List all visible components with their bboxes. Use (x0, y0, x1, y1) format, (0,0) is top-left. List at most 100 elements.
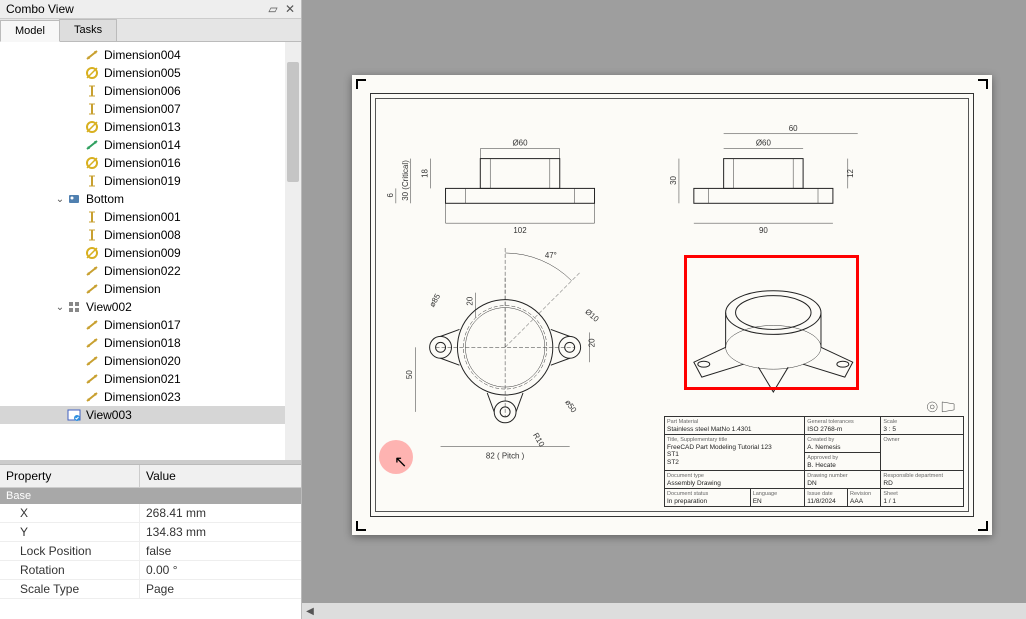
dim-dist-icon (84, 263, 100, 279)
dim-dist-icon (84, 317, 100, 333)
property-row[interactable]: Rotation0.00 ° (0, 561, 301, 580)
tree-item-label: Dimension016 (104, 156, 181, 170)
dim-dia-icon (84, 245, 100, 261)
property-header: Property Value (0, 465, 301, 488)
tree-item-label: Dimension007 (104, 102, 181, 116)
horizontal-scrollbar[interactable]: ◀ (302, 603, 1026, 619)
property-value[interactable]: 0.00 ° (140, 561, 301, 579)
tree-item-label: Dimension023 (104, 390, 181, 404)
cursor-icon: ↖ (394, 452, 407, 472)
tree-item[interactable]: Dimension023 (0, 388, 301, 406)
svg-text:ø85: ø85 (428, 292, 443, 309)
tree-item-label: Bottom (86, 192, 124, 206)
property-name: X (0, 504, 140, 522)
corner-mark (978, 521, 988, 531)
tree-item[interactable]: Dimension001 (0, 208, 301, 226)
page-frame: Ø60 102 18 30 (Critical) (370, 93, 974, 517)
tree-item[interactable]: View003 (0, 406, 301, 424)
svg-text:Ø60: Ø60 (513, 139, 529, 148)
svg-text:R10: R10 (531, 431, 546, 449)
tree-item-label: Dimension004 (104, 48, 181, 62)
drawing-canvas[interactable]: Ø60 102 18 30 (Critical) (302, 0, 1026, 619)
svg-text:20: 20 (588, 338, 597, 347)
tree-item-label: Dimension018 (104, 336, 181, 350)
dim-vert-icon (84, 173, 100, 189)
corner-mark (356, 521, 366, 531)
property-row[interactable]: Scale TypePage (0, 580, 301, 599)
tree-item[interactable]: Dimension021 (0, 370, 301, 388)
expander-icon[interactable]: ⌄ (54, 302, 66, 313)
tab-tasks[interactable]: Tasks (59, 19, 117, 41)
scroll-left-icon[interactable]: ◀ (302, 606, 318, 617)
tree-item-label: Dimension013 (104, 120, 181, 134)
dim-dist-icon (84, 371, 100, 387)
tree-item[interactable]: Dimension013 (0, 118, 301, 136)
tree-item[interactable]: ⌄ Bottom (0, 190, 301, 208)
view-icon (66, 191, 82, 207)
tab-model[interactable]: Model (0, 20, 60, 42)
tree-item[interactable]: Dimension020 (0, 352, 301, 370)
title-block: Part MaterialStainless steel MatNo 1.430… (664, 416, 964, 507)
property-row[interactable]: X268.41 mm (0, 504, 301, 523)
expander-icon[interactable]: ⌄ (54, 194, 66, 205)
scroll-thumb[interactable] (287, 62, 299, 182)
tree-item[interactable]: Dimension (0, 280, 301, 298)
tree-item[interactable]: Dimension005 (0, 64, 301, 82)
close-icon[interactable]: ✕ (285, 2, 295, 16)
svg-text:60: 60 (789, 124, 798, 133)
property-row[interactable]: Lock Positionfalse (0, 542, 301, 561)
tree-item-label: Dimension019 (104, 174, 181, 188)
svg-text:Ø10: Ø10 (583, 307, 601, 324)
drawing-page[interactable]: Ø60 102 18 30 (Critical) (352, 75, 992, 535)
tree-item[interactable]: Dimension018 (0, 334, 301, 352)
tree-item-label: Dimension (104, 282, 161, 296)
svg-text:30: 30 (669, 175, 678, 184)
property-group[interactable]: Base (0, 488, 301, 504)
combo-view-panel: Combo View ▱ ✕ Model Tasks Dimension004D… (0, 0, 302, 619)
tree-item-label: Dimension008 (104, 228, 181, 242)
property-value[interactable]: Page (140, 580, 301, 598)
tree-item[interactable]: Dimension006 (0, 82, 301, 100)
selection-highlight (684, 255, 859, 390)
property-row[interactable]: Y134.83 mm (0, 523, 301, 542)
dim-dia-icon (84, 65, 100, 81)
property-value[interactable]: false (140, 542, 301, 560)
tree-item[interactable]: Dimension008 (0, 226, 301, 244)
property-value[interactable]: 134.83 mm (140, 523, 301, 541)
tree-item[interactable]: Dimension009 (0, 244, 301, 262)
property-name: Y (0, 523, 140, 541)
tree-item[interactable]: ⌄View002 (0, 298, 301, 316)
dim-dist2-icon (84, 137, 100, 153)
svg-text:30 (Critical): 30 (Critical) (401, 160, 410, 201)
property-name: Rotation (0, 561, 140, 579)
tree-item[interactable]: Dimension014 (0, 136, 301, 154)
dim-dist-icon (84, 335, 100, 351)
property-col-name: Property (0, 465, 140, 487)
tree-item-label: Dimension005 (104, 66, 181, 80)
undock-icon[interactable]: ▱ (268, 2, 277, 16)
svg-text:Ø60: Ø60 (756, 139, 772, 148)
tree-item[interactable]: Dimension007 (0, 100, 301, 118)
tree-item-label: Dimension009 (104, 246, 181, 260)
tree-item[interactable]: Dimension017 (0, 316, 301, 334)
svg-text:12: 12 (846, 169, 855, 178)
svg-text:102: 102 (513, 226, 527, 235)
property-panel: Property Value Base X268.41 mmY134.83 mm… (0, 464, 301, 619)
corner-mark (356, 79, 366, 89)
tree-item-label: Dimension021 (104, 372, 181, 386)
tree-scrollbar[interactable] (285, 42, 301, 460)
panel-header: Combo View ▱ ✕ (0, 0, 301, 19)
dim-vert-icon (84, 83, 100, 99)
tree-item[interactable]: Dimension019 (0, 172, 301, 190)
page-frame-inner: Ø60 102 18 30 (Critical) (375, 98, 969, 512)
tree-item[interactable]: Dimension016 (0, 154, 301, 172)
tree-item-label: Dimension001 (104, 210, 181, 224)
dim-dist-icon (84, 281, 100, 297)
dim-dia-icon (84, 119, 100, 135)
model-tree[interactable]: Dimension004 Dimension005 Dimension006 Dime… (0, 42, 301, 460)
tree-item[interactable]: Dimension004 (0, 46, 301, 64)
dim-dist-icon (84, 353, 100, 369)
property-value[interactable]: 268.41 mm (140, 504, 301, 522)
tree-item[interactable]: Dimension022 (0, 262, 301, 280)
tree-item-label: Dimension017 (104, 318, 181, 332)
